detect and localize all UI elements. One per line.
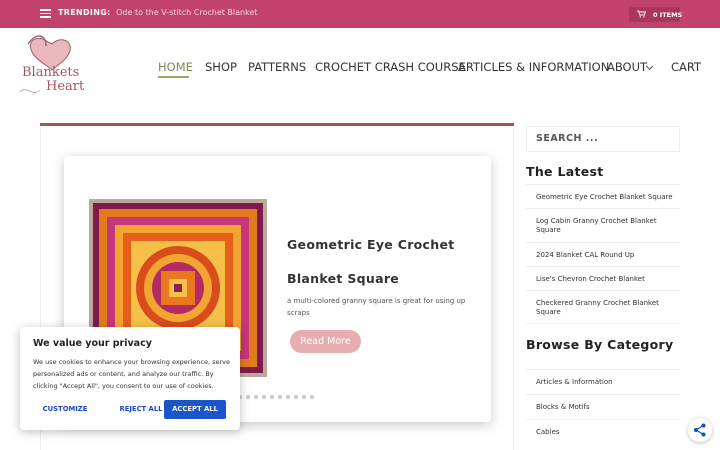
category-item[interactable]: Cables <box>526 419 680 444</box>
main-nav: HOME SHOP PATTERNS CROCHET CRASH COURSE … <box>0 60 720 80</box>
slider-dot[interactable] <box>270 395 274 399</box>
nav-shop[interactable]: SHOP <box>205 60 237 74</box>
slider-dot[interactable] <box>310 395 314 399</box>
accept-all-button[interactable]: ACCEPT ALL <box>164 400 226 419</box>
trending-bar: TRENDING: Ode to the V-stitch Crochet Bl… <box>58 8 258 17</box>
slider-dot[interactable] <box>246 395 250 399</box>
slider-dot[interactable] <box>262 395 266 399</box>
latest-item[interactable]: Lise's Chevron Crochet Blanket <box>526 266 680 290</box>
trending-link[interactable]: Ode to the V-stitch Crochet Blanket <box>116 8 257 17</box>
nav-crochet-crash-course[interactable]: CROCHET CRASH COURSE <box>315 60 466 74</box>
share-icon <box>694 423 706 437</box>
cookie-consent-banner: We value your privacy We use cookies to … <box>20 327 240 430</box>
latest-item[interactable]: Log Cabin Granny Crochet Blanket Square <box>526 208 680 242</box>
nav-cart[interactable]: CART <box>671 60 701 74</box>
reject-all-button[interactable]: REJECT ALL <box>112 400 170 419</box>
search-placeholder: SEARCH ... <box>536 133 599 144</box>
nav-about[interactable]: ABOUT <box>607 60 647 74</box>
cookie-text: We use cookies to enhance your browsing … <box>33 358 230 390</box>
hamburger-icon[interactable] <box>40 9 51 18</box>
slider-dot[interactable] <box>294 395 298 399</box>
cart-items-count: 0 ITEMS <box>653 11 683 19</box>
featured-description: a multi-colored granny square is great f… <box>287 297 466 317</box>
latest-item[interactable]: Geometric Eye Crochet Blanket Square <box>526 184 680 208</box>
logo-text-heart: Heart <box>46 79 85 94</box>
trending-label: TRENDING: <box>58 8 111 17</box>
slider-dot[interactable] <box>278 395 282 399</box>
featured-title[interactable]: Geometric Eye Crochet Blanket Square <box>287 228 482 296</box>
nav-home[interactable]: HOME <box>158 60 193 74</box>
search-input[interactable]: SEARCH ... <box>526 126 680 152</box>
category-heading: Browse By Category <box>526 337 674 352</box>
nav-patterns[interactable]: PATTERNS <box>248 60 306 74</box>
share-button[interactable] <box>688 418 712 442</box>
latest-heading: The Latest <box>526 164 604 179</box>
slider-dot[interactable] <box>302 395 306 399</box>
category-item[interactable]: Articles & Information <box>526 369 680 394</box>
top-bar: TRENDING: Ode to the V-stitch Crochet Bl… <box>0 0 720 28</box>
slider-dot[interactable] <box>286 395 290 399</box>
nav-active-underline <box>158 76 189 78</box>
nav-articles-information[interactable]: ARTICLES & INFORMATION <box>458 60 609 74</box>
slider-dot[interactable] <box>254 395 258 399</box>
cookie-title: We value your privacy <box>33 338 152 349</box>
cart-icon <box>637 10 647 20</box>
latest-item[interactable]: 2024 Blanket CAL Round Up <box>526 242 680 266</box>
latest-item[interactable]: Checkered Granny Crochet Blanket Square <box>526 290 680 324</box>
cart-button[interactable]: 0 ITEMS <box>629 7 683 22</box>
category-item[interactable]: Blocks & Motifs <box>526 394 680 419</box>
read-more-button[interactable]: Read More <box>290 330 361 353</box>
customize-button[interactable]: CUSTOMIZE <box>34 400 96 419</box>
